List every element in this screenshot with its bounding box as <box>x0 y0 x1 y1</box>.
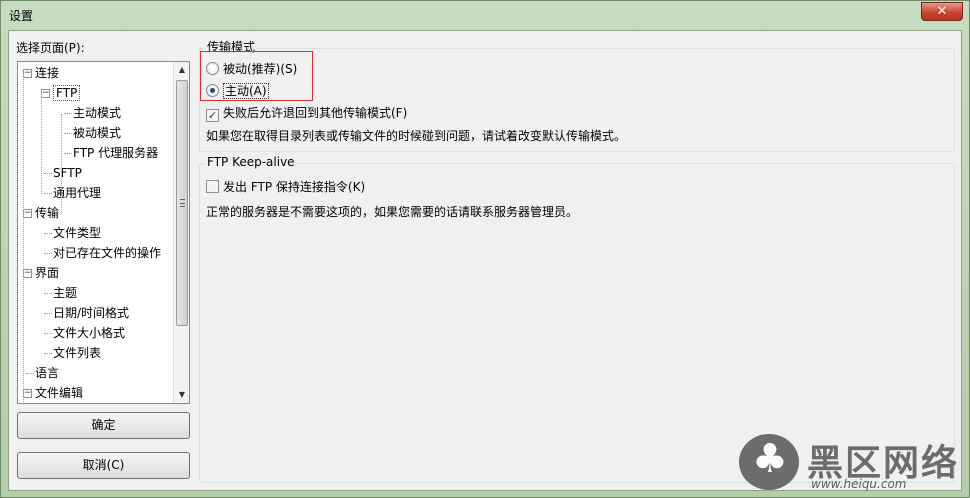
radio-off-icon <box>206 62 219 75</box>
tree-item[interactable]: 被动模式 <box>73 124 121 142</box>
tree-item[interactable]: 文件大小格式 <box>53 324 125 342</box>
keepalive-info: 正常的服务器是不需要这项的，如果您需要的话请联系服务器管理员。 <box>206 205 579 219</box>
watermark-logo-icon <box>739 434 799 490</box>
watermark: 黑区网络 www.heiqu.com <box>739 430 969 494</box>
scroll-thumb[interactable] <box>176 80 188 326</box>
passive-radio[interactable]: 被动(推荐)(S) <box>206 60 297 78</box>
tree-item[interactable]: 文件类型 <box>53 224 101 242</box>
tree-item[interactable]: 界面 <box>35 264 59 282</box>
passive-label: 被动(推荐)(S) <box>223 62 298 76</box>
tree-expander-icon[interactable]: − <box>23 209 32 218</box>
title-bar[interactable]: 设置 ✕ <box>1 1 969 29</box>
tree-expander-icon[interactable]: − <box>23 69 32 78</box>
select-page-label: 选择页面(P): <box>16 41 85 55</box>
settings-tree[interactable]: ▲ ▼ − 连接 − FTP 主动模式 被动模式 FTP 代理服务器 SFTP 通用代理 − 传输文… <box>17 61 190 404</box>
tree-item[interactable]: 日期/时间格式 <box>53 304 129 322</box>
watermark-url: www.heiqu.com <box>811 477 907 491</box>
tree-expander-icon[interactable]: − <box>41 89 50 98</box>
tree-item[interactable]: FTP 代理服务器 <box>73 144 158 162</box>
scroll-up-icon[interactable]: ▲ <box>174 62 189 78</box>
tree-scrollbar[interactable]: ▲ ▼ <box>173 62 189 403</box>
tree-item[interactable]: 主动模式 <box>73 104 121 122</box>
keepalive-title: FTP Keep-alive <box>205 155 297 169</box>
tree-item-label: 文件大小格式 <box>53 326 126 340</box>
fallback-label: 失败后允许退回到其他传输模式(F) <box>223 106 408 120</box>
transfer-mode-info: 如果您在取得目录列表或传输文件的时候碰到问题，请试着改变默认传输模式。 <box>206 129 627 143</box>
fallback-checkbox[interactable]: ✓ 失败后允许退回到其他传输模式(F) <box>206 104 407 122</box>
tree-item-label: 文件编辑 <box>35 386 84 400</box>
tree-item[interactable]: 文件列表 <box>53 344 101 362</box>
ok-button[interactable]: 确定 <box>17 412 190 439</box>
checkmark-icon: ✓ <box>206 109 219 122</box>
tree-item-label: 文件类型 <box>53 226 102 240</box>
radio-on-icon <box>206 84 219 97</box>
tree-item-label: 日期/时间格式 <box>53 306 130 320</box>
scroll-down-icon[interactable]: ▼ <box>174 387 189 403</box>
tree-item[interactable]: FTP <box>53 84 81 102</box>
tree-item-label: FTP <box>53 85 81 101</box>
tree-item-label: 主动模式 <box>73 106 122 120</box>
tree-item-label: 文件列表 <box>53 346 102 360</box>
tree-item[interactable]: SFTP <box>53 164 82 182</box>
close-button[interactable]: ✕ <box>921 2 963 21</box>
tree-item-label: 界面 <box>35 266 60 280</box>
tree-expander-icon[interactable]: − <box>23 389 32 398</box>
tree-item[interactable]: 主题 <box>53 284 77 302</box>
window-title: 设置 <box>9 9 34 23</box>
tree-item[interactable]: 连接 <box>35 64 59 82</box>
keepalive-checkbox[interactable]: 发出 FTP 保持连接指令(K) <box>206 178 365 196</box>
tree-item-label: 对已存在文件的操作 <box>53 246 162 260</box>
dialog-client: 选择页面(P): ▲ ▼ − 连接 − FTP 主动模式 被动模式 FTP 代理服务器 SFT… <box>8 30 962 491</box>
tree-item-label: 语言 <box>35 366 60 380</box>
tree-item-label: FTP 代理服务器 <box>73 146 159 160</box>
cancel-button[interactable]: 取消(C) <box>17 452 190 479</box>
tree-item-label: 主题 <box>53 286 78 300</box>
tree-item-label: 连接 <box>35 66 60 80</box>
tree-item-label: 传输 <box>35 206 60 220</box>
close-icon: ✕ <box>936 4 948 19</box>
tree-item-label: SFTP <box>53 166 82 180</box>
tree-item[interactable]: 语言 <box>35 364 59 382</box>
active-radio[interactable]: 主动(A) <box>206 82 269 100</box>
keepalive-label: 发出 FTP 保持连接指令(K) <box>223 180 366 194</box>
tree-item[interactable]: 文件编辑 <box>35 384 83 402</box>
tree-expander-icon[interactable]: − <box>23 269 32 278</box>
settings-window: 设置 ✕ 选择页面(P): ▲ ▼ − 连接 − FTP 主动模式 被动模式 FTP 代理服… <box>0 0 970 498</box>
tree-item[interactable]: 对已存在文件的操作 <box>53 244 161 262</box>
checkbox-unchecked-icon <box>206 180 219 193</box>
tree-item-label: 被动模式 <box>73 126 122 140</box>
active-label: 主动(A) <box>223 83 269 99</box>
tree-item[interactable]: 传输 <box>35 204 59 222</box>
